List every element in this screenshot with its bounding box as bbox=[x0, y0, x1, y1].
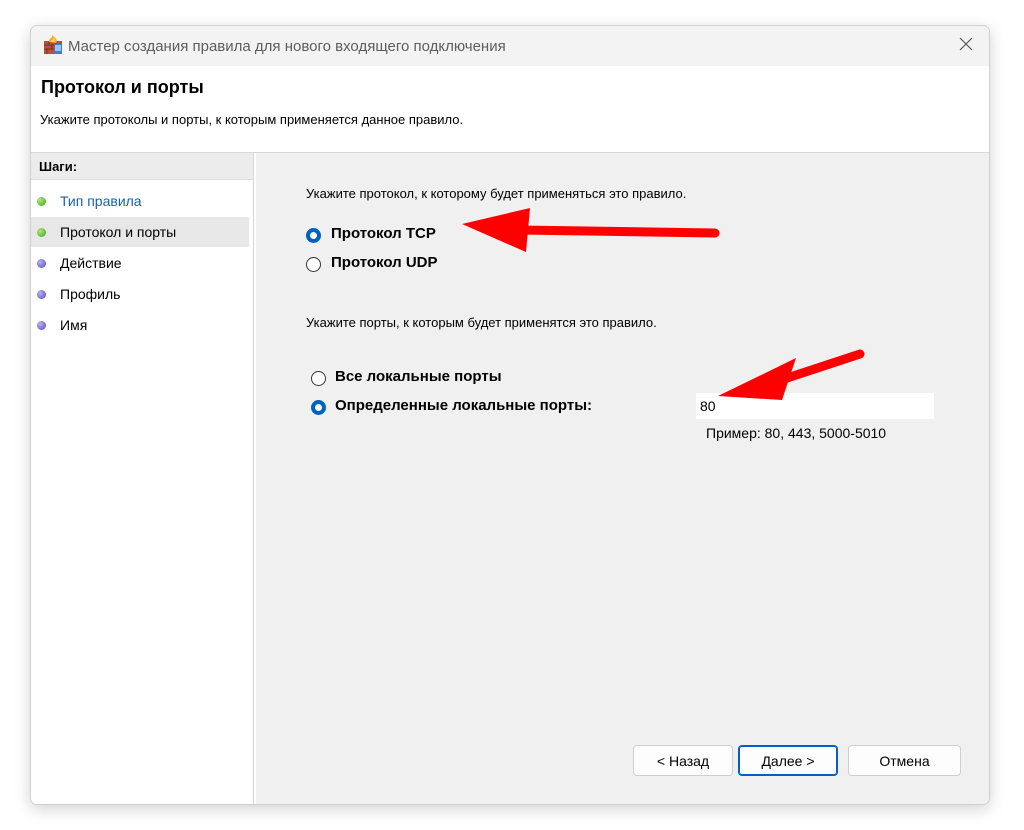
step-action[interactable]: Действие bbox=[31, 248, 249, 278]
next-button[interactable]: Далее > bbox=[738, 745, 838, 776]
step-rule-type[interactable]: Тип правила bbox=[31, 186, 249, 216]
step-profile[interactable]: Профиль bbox=[31, 279, 249, 309]
title-bar: Мастер создания правила для нового входя… bbox=[31, 26, 989, 66]
firewall-icon bbox=[43, 35, 63, 55]
step-label: Протокол и порты bbox=[60, 224, 177, 240]
back-button[interactable]: < Назад bbox=[633, 745, 733, 776]
page-header: Протокол и порты Укажите протоколы и пор… bbox=[31, 66, 989, 153]
close-button[interactable] bbox=[943, 26, 989, 66]
step-label: Действие bbox=[60, 255, 122, 271]
step-done-icon bbox=[37, 197, 46, 206]
cancel-button[interactable]: Отмена bbox=[848, 745, 961, 776]
page-title: Протокол и порты bbox=[41, 77, 204, 97]
step-label: Тип правила bbox=[60, 193, 142, 209]
steps-sidebar: Шаги: Тип правила Протокол и порты Дейст… bbox=[31, 153, 254, 804]
steps-heading: Шаги: bbox=[31, 153, 253, 180]
wizard-window: Мастер создания правила для нового входя… bbox=[30, 25, 990, 805]
tcp-radio[interactable] bbox=[306, 228, 321, 243]
page-description: Укажите протоколы и порты, к которым при… bbox=[40, 112, 464, 127]
ports-example-hint: Пример: 80, 443, 5000-5010 bbox=[706, 425, 887, 441]
step-label: Профиль bbox=[60, 286, 121, 302]
specific-ports-radio[interactable] bbox=[311, 400, 326, 415]
step-done-icon bbox=[37, 228, 46, 237]
annotation-arrow-port bbox=[718, 349, 865, 400]
annotation-arrow-tcp bbox=[462, 208, 720, 252]
step-protocol-ports[interactable]: Протокол и порты bbox=[31, 217, 249, 247]
close-icon bbox=[959, 37, 973, 56]
step-name[interactable]: Имя bbox=[31, 310, 249, 340]
step-pending-icon bbox=[37, 290, 46, 299]
protocol-prompt: Укажите протокол, к которому будет приме… bbox=[306, 186, 687, 201]
step-label: Имя bbox=[60, 317, 88, 333]
step-pending-icon bbox=[37, 259, 46, 268]
tcp-radio-label[interactable]: Протокол TCP bbox=[331, 225, 436, 242]
all-ports-radio-label[interactable]: Все локальные порты bbox=[335, 368, 502, 385]
udp-radio-label[interactable]: Протокол UDP bbox=[331, 254, 438, 271]
all-ports-radio[interactable] bbox=[311, 371, 326, 386]
window-title: Мастер создания правила для нового входя… bbox=[68, 38, 506, 55]
ports-prompt: Укажите порты, к которым будет применятс… bbox=[306, 315, 657, 330]
specific-ports-radio-label[interactable]: Определенные локальные порты: bbox=[335, 397, 592, 414]
udp-radio[interactable] bbox=[306, 257, 321, 272]
step-pending-icon bbox=[37, 321, 46, 330]
